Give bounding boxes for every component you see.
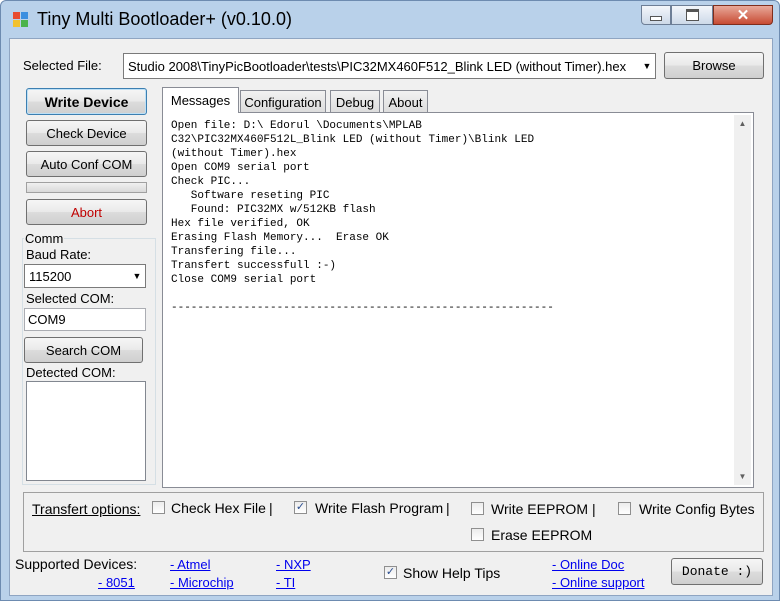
write-flash-label[interactable]: Write Flash Program [315, 500, 443, 516]
separator: | [269, 500, 273, 516]
check-hex-label[interactable]: Check Hex File [171, 500, 266, 516]
detected-com-label: Detected COM: [26, 365, 116, 380]
tab-about[interactable]: About [383, 90, 428, 113]
write-config-label[interactable]: Write Config Bytes [639, 501, 755, 517]
close-button[interactable]: ✕ [713, 5, 773, 25]
app-icon [13, 12, 29, 28]
write-flash-checkbox[interactable]: ✓ [294, 501, 307, 514]
browse-button[interactable]: Browse [664, 52, 764, 79]
abort-button[interactable]: Abort [26, 199, 147, 225]
search-com-button[interactable]: Search COM [24, 337, 143, 363]
show-help-tips-label[interactable]: Show Help Tips [403, 565, 500, 581]
close-icon: ✕ [736, 7, 750, 24]
link-atmel[interactable]: - Atmel [170, 557, 210, 572]
client-area: Selected File: Studio 2008\TinyPicBootlo… [9, 38, 773, 596]
comm-group-label: Comm [24, 231, 65, 246]
auto-conf-com-button[interactable]: Auto Conf COM [26, 151, 147, 177]
erase-eeprom-label[interactable]: Erase EEPROM [491, 527, 592, 543]
link-online-doc[interactable]: - Online Doc [552, 557, 624, 572]
supported-devices-label: Supported Devices: [15, 556, 138, 572]
chevron-down-icon[interactable]: ▼ [129, 271, 145, 281]
tab-messages[interactable]: Messages [162, 87, 239, 113]
selected-com-input[interactable]: COM9 [24, 308, 146, 331]
maximize-icon [685, 9, 699, 21]
check-hex-checkbox[interactable] [152, 501, 165, 514]
separator: | [446, 500, 450, 516]
link-8051[interactable]: - 8051 [98, 575, 135, 590]
link-microchip[interactable]: - Microchip [170, 575, 234, 590]
tab-configuration[interactable]: Configuration [240, 90, 326, 113]
link-online-support[interactable]: - Online support [552, 575, 645, 590]
selected-file-label: Selected File: [23, 58, 102, 73]
selected-file-combo[interactable]: Studio 2008\TinyPicBootloader\tests\PIC3… [123, 53, 656, 79]
write-eeprom-checkbox[interactable] [471, 502, 484, 515]
donate-button[interactable]: Donate :) [671, 558, 763, 585]
link-nxp[interactable]: - NXP [276, 557, 311, 572]
baud-rate-label: Baud Rate: [26, 247, 92, 262]
selected-file-value: Studio 2008\TinyPicBootloader\tests\PIC3… [128, 58, 627, 74]
maximize-button[interactable] [671, 5, 713, 25]
check-device-button[interactable]: Check Device [26, 120, 147, 146]
minimize-icon [650, 15, 662, 21]
erase-eeprom-checkbox[interactable] [471, 528, 484, 541]
title-bar[interactable]: Tiny Multi Bootloader+ (v0.10.0) ✕ [1, 1, 779, 39]
vertical-scrollbar[interactable]: ▲ ▼ [734, 115, 751, 485]
progress-bar [26, 182, 147, 193]
baud-rate-value: 115200 [29, 268, 72, 284]
selected-com-label: Selected COM: [26, 291, 115, 306]
tab-debug[interactable]: Debug [330, 90, 380, 113]
window-title: Tiny Multi Bootloader+ (v0.10.0) [37, 9, 292, 29]
write-eeprom-label[interactable]: Write EEPROM [491, 501, 588, 517]
scroll-up-icon[interactable]: ▲ [734, 115, 751, 132]
minimize-button[interactable] [641, 5, 671, 25]
baud-rate-select[interactable]: 115200 ▼ [24, 264, 146, 288]
link-ti[interactable]: - TI [276, 575, 295, 590]
transfert-options-label: Transfert options: [32, 501, 141, 517]
write-device-button[interactable]: Write Device [26, 88, 147, 115]
detected-com-list[interactable] [26, 381, 146, 481]
write-config-checkbox[interactable] [618, 502, 631, 515]
messages-log: Open file: D:\ Edorul \Documents\MPLAB C… [171, 120, 554, 314]
show-help-tips-checkbox[interactable]: ✓ [384, 566, 397, 579]
scroll-down-icon[interactable]: ▼ [734, 468, 751, 485]
separator: | [592, 501, 596, 517]
chevron-down-icon[interactable]: ▼ [639, 61, 655, 71]
app-window: Tiny Multi Bootloader+ (v0.10.0) ✕ Selec… [0, 0, 780, 601]
messages-panel: Open file: D:\ Edorul \Documents\MPLAB C… [162, 112, 754, 488]
